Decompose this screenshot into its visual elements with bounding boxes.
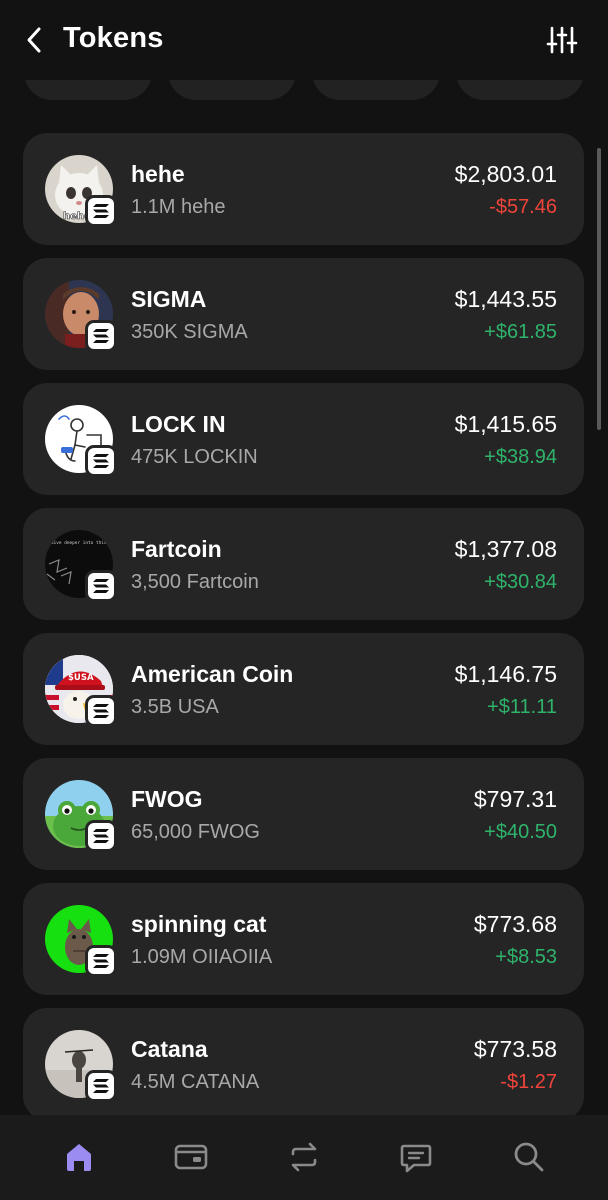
solana-badge — [85, 320, 117, 352]
token-value: $773.58 — [473, 1036, 557, 1062]
token-avatar — [45, 405, 117, 477]
filter-chip-row — [0, 80, 608, 100]
bottom-tab-bar — [0, 1115, 608, 1200]
token-change: -$1.27 — [500, 1071, 557, 1093]
token-row[interactable]: Catana 4.5M CATANA $773.58 -$1.27 — [23, 1008, 584, 1115]
token-row[interactable]: SIGMA 350K SIGMA $1,443.55 +$61.85 — [23, 258, 584, 370]
wallet-icon — [174, 1144, 208, 1170]
filter-chip[interactable] — [456, 80, 584, 100]
token-amount: 3.5B USA — [131, 696, 219, 718]
token-amount: 3,500 Fartcoin — [131, 571, 259, 593]
token-avatar: hehe — [45, 155, 117, 227]
token-change: +$11.11 — [487, 696, 557, 718]
token-avatar: $USA — [45, 655, 117, 727]
token-amount: 1.1M hehe — [131, 196, 226, 218]
token-name: American Coin — [131, 661, 294, 687]
solana-badge — [85, 1070, 117, 1102]
token-change: +$8.53 — [495, 946, 557, 968]
token-amount: 475K LOCKIN — [131, 446, 258, 468]
token-row[interactable]: FWOG 65,000 FWOG $797.31 +$40.50 — [23, 758, 584, 870]
solana-icon — [93, 829, 109, 843]
token-avatar — [45, 905, 117, 977]
solana-badge — [85, 695, 117, 727]
search-icon — [514, 1142, 544, 1172]
tab-home[interactable] — [59, 1137, 99, 1177]
solana-icon — [93, 1079, 109, 1093]
solana-badge — [85, 195, 117, 227]
solana-badge — [85, 820, 117, 852]
token-value: $1,146.75 — [454, 661, 557, 687]
token-row[interactable]: dive deeper into this Fartcoin 3,500 Far… — [23, 508, 584, 620]
token-name: spinning cat — [131, 911, 267, 937]
back-button[interactable] — [18, 22, 50, 58]
token-value: $1,415.65 — [454, 411, 557, 437]
swap-icon — [291, 1142, 317, 1172]
tab-wallet[interactable] — [171, 1137, 211, 1177]
solana-icon — [93, 579, 109, 593]
solana-icon — [93, 204, 109, 218]
token-row[interactable]: spinning cat 1.09M OIIAOIIA $773.68 +$8.… — [23, 883, 584, 995]
token-value: $1,377.08 — [454, 536, 557, 562]
tab-chat[interactable] — [396, 1137, 436, 1177]
scrollbar[interactable] — [597, 148, 601, 430]
token-row[interactable]: LOCK IN 475K LOCKIN $1,415.65 +$38.94 — [23, 383, 584, 495]
token-change: +$40.50 — [484, 821, 557, 843]
token-avatar — [45, 1030, 117, 1102]
token-amount: 65,000 FWOG — [131, 821, 260, 843]
token-value: $2,803.01 — [454, 161, 557, 187]
token-avatar: dive deeper into this — [45, 530, 117, 602]
token-value: $797.31 — [473, 786, 557, 812]
token-change: +$61.85 — [484, 321, 557, 343]
token-name: SIGMA — [131, 286, 207, 312]
token-change: -$57.46 — [489, 196, 557, 218]
chat-icon — [400, 1144, 432, 1173]
token-amount: 4.5M CATANA — [131, 1071, 260, 1093]
solana-icon — [93, 704, 109, 718]
page-title: Tokens — [63, 22, 164, 54]
token-amount: 350K SIGMA — [131, 321, 248, 343]
tab-search[interactable] — [509, 1137, 549, 1177]
token-name: FWOG — [131, 786, 203, 812]
token-name: Catana — [131, 1036, 208, 1062]
token-row[interactable]: $USA American Coin 3.5B USA $1,146.75 +$… — [23, 633, 584, 745]
filter-button[interactable] — [544, 22, 580, 58]
token-name: hehe — [131, 161, 185, 187]
token-value: $773.68 — [473, 911, 557, 937]
token-avatar — [45, 280, 117, 352]
solana-badge — [85, 945, 117, 977]
token-list: hehe hehe 1.1M hehe $2,803.01 -$57.46 SI… — [23, 133, 584, 1115]
token-amount: 1.09M OIIAOIIA — [131, 946, 273, 968]
token-change: +$38.94 — [484, 446, 557, 468]
tab-swap[interactable] — [284, 1137, 324, 1177]
solana-icon — [93, 329, 109, 343]
token-value: $1,443.55 — [454, 286, 557, 312]
avatar-caption: dive deeper into this — [51, 540, 107, 546]
token-name: LOCK IN — [131, 411, 226, 437]
token-avatar — [45, 780, 117, 852]
filter-chip[interactable] — [168, 80, 296, 100]
token-name: Fartcoin — [131, 536, 222, 562]
solana-badge — [85, 570, 117, 602]
app-header: Tokens — [0, 0, 608, 80]
home-icon — [67, 1144, 91, 1171]
solana-icon — [93, 954, 109, 968]
filter-chip[interactable] — [24, 80, 152, 100]
solana-icon — [93, 454, 109, 468]
avatar-caption: $USA — [68, 673, 94, 683]
filter-chip[interactable] — [312, 80, 440, 100]
sliders-icon — [546, 26, 578, 54]
token-change: +$30.84 — [484, 571, 557, 593]
solana-badge — [85, 445, 117, 477]
token-row[interactable]: hehe hehe 1.1M hehe $2,803.01 -$57.46 — [23, 133, 584, 245]
chevron-left-icon — [27, 27, 41, 53]
